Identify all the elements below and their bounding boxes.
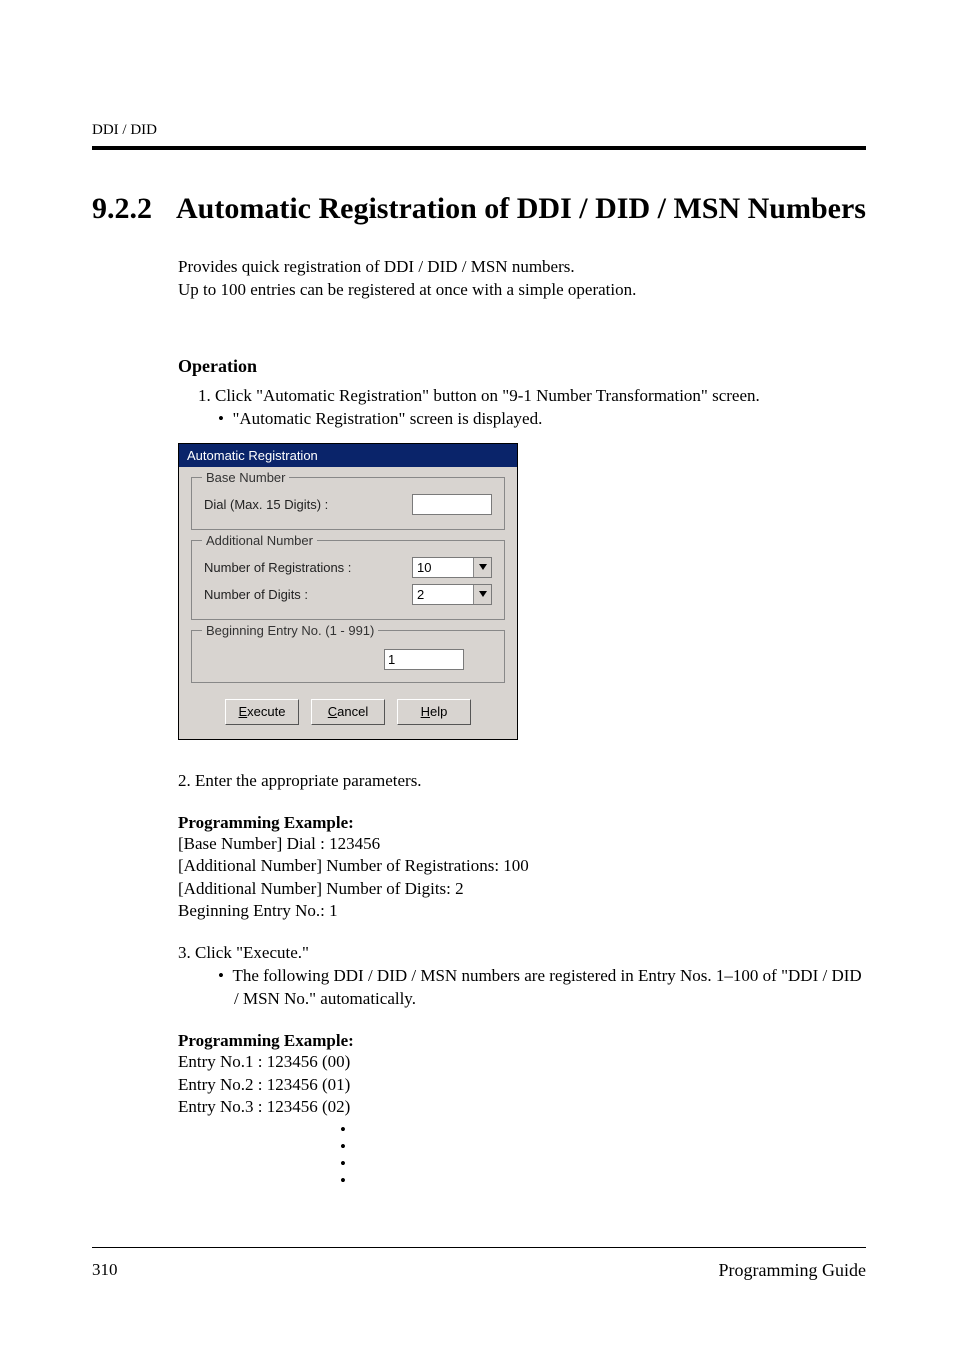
- step-1: 1. Click "Automatic Registration" button…: [198, 385, 866, 408]
- ellipsis-dots: • • • •: [340, 1121, 866, 1189]
- section-title: Automatic Registration of DDI / DID / MS…: [176, 192, 866, 226]
- digits-label: Number of Digits :: [204, 587, 412, 602]
- example1-line2: [Additional Number] Number of Registrati…: [178, 855, 866, 877]
- page-number: 310: [92, 1260, 118, 1281]
- example2-line2: Entry No.2 : 123456 (01): [178, 1074, 866, 1096]
- cancel-button-label-rest: ancel: [337, 704, 368, 719]
- intro-paragraph: Provides quick registration of DDI / DID…: [178, 256, 866, 302]
- dialog-titlebar: Automatic Registration: [179, 444, 517, 467]
- base-number-fieldset: Base Number Dial (Max. 15 Digits) :: [191, 477, 505, 530]
- dial-label: Dial (Max. 15 Digits) :: [204, 497, 412, 512]
- automatic-registration-dialog: Automatic Registration Base Number Dial …: [178, 443, 518, 740]
- execute-button[interactable]: Execute: [225, 699, 299, 725]
- step-3: 3. Click "Execute.": [178, 942, 866, 965]
- programming-example-2-heading: Programming Example:: [178, 1031, 866, 1051]
- dialog-body: Base Number Dial (Max. 15 Digits) : Addi…: [179, 467, 517, 739]
- footer-divider: [92, 1247, 866, 1248]
- step-2: 2. Enter the appropriate parameters.: [178, 770, 866, 793]
- example2-line3: Entry No.3 : 123456 (02): [178, 1096, 866, 1118]
- programming-example-1-heading: Programming Example:: [178, 813, 866, 833]
- registrations-label: Number of Registrations :: [204, 560, 412, 575]
- digits-row: Number of Digits : 2: [204, 584, 492, 605]
- intro-line-2: Up to 100 entries can be registered at o…: [178, 279, 866, 302]
- registrations-value: 10: [413, 558, 473, 577]
- registrations-dropdown-button[interactable]: [473, 558, 491, 577]
- section-heading: 9.2.2 Automatic Registration of DDI / DI…: [92, 192, 866, 226]
- additional-number-legend: Additional Number: [202, 533, 317, 548]
- cancel-button[interactable]: Cancel: [311, 699, 385, 725]
- dial-input[interactable]: [412, 494, 492, 515]
- entry-row: [204, 649, 492, 670]
- page-footer: 310 Programming Guide: [92, 1247, 866, 1281]
- footer-title: Programming Guide: [719, 1260, 866, 1281]
- section-number: 9.2.2: [92, 192, 152, 226]
- example1-line3: [Additional Number] Number of Digits: 2: [178, 878, 866, 900]
- registrations-row: Number of Registrations : 10: [204, 557, 492, 578]
- example1-line4: Beginning Entry No.: 1: [178, 900, 866, 922]
- registrations-combo[interactable]: 10: [412, 557, 492, 578]
- chevron-down-icon: [479, 591, 487, 597]
- digits-combo[interactable]: 2: [412, 584, 492, 605]
- additional-number-fieldset: Additional Number Number of Registration…: [191, 540, 505, 620]
- digits-value: 2: [413, 585, 473, 604]
- example1-line1: [Base Number] Dial : 123456: [178, 833, 866, 855]
- step-1-bullet: "Automatic Registration" screen is displ…: [218, 408, 866, 431]
- step-3-bullet: The following DDI / DID / MSN numbers ar…: [218, 965, 866, 1011]
- execute-button-label-rest: xecute: [247, 704, 285, 719]
- header-path: DDI / DID: [92, 122, 866, 139]
- header-divider: [92, 146, 866, 150]
- beginning-entry-input[interactable]: [384, 649, 464, 670]
- help-button-label-rest: elp: [430, 704, 447, 719]
- dialog-button-row: Execute Cancel Help: [191, 699, 505, 725]
- intro-line-1: Provides quick registration of DDI / DID…: [178, 256, 866, 279]
- beginning-entry-legend: Beginning Entry No. (1 - 991): [202, 623, 378, 638]
- help-button[interactable]: Help: [397, 699, 471, 725]
- digits-dropdown-button[interactable]: [473, 585, 491, 604]
- operation-heading: Operation: [178, 356, 866, 377]
- chevron-down-icon: [479, 564, 487, 570]
- base-number-legend: Base Number: [202, 470, 289, 485]
- dial-row: Dial (Max. 15 Digits) :: [204, 494, 492, 515]
- example2-line1: Entry No.1 : 123456 (00): [178, 1051, 866, 1073]
- beginning-entry-fieldset: Beginning Entry No. (1 - 991): [191, 630, 505, 683]
